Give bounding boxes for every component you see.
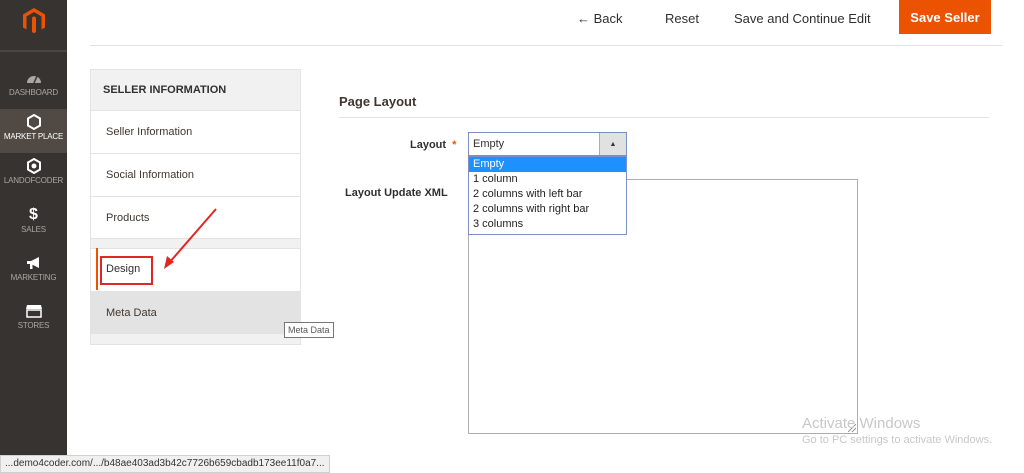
speedometer-icon	[26, 70, 42, 86]
section-title: Page Layout	[339, 94, 417, 109]
sidebar-item-dashboard[interactable]: DASHBOARD	[0, 65, 67, 109]
sidebar-item-label: LANDOFCODER	[3, 176, 64, 185]
admin-sidebar: DASHBOARD MARKET PLACE LANDOFCODER $ SAL…	[0, 0, 67, 473]
sidebar-item-label: MARKET PLACE	[3, 132, 64, 141]
toolbar-divider	[90, 45, 1003, 46]
tab-seller-information[interactable]: Seller Information	[91, 110, 300, 153]
layout-option-2-columns-left[interactable]: 2 columns with left bar	[469, 187, 626, 202]
gear-hex-icon	[26, 158, 41, 174]
tab-design-label[interactable]: Design	[106, 263, 140, 275]
layout-label-text: Layout	[410, 139, 447, 151]
dollar-icon: $	[29, 206, 38, 223]
sidebar-item-marketing[interactable]: MARKETING	[0, 250, 67, 294]
active-tab-indicator	[96, 248, 98, 290]
meta-data-tooltip: Meta Data	[284, 322, 334, 338]
sidebar-item-sales[interactable]: $ SALES	[0, 202, 67, 246]
reset-button[interactable]: Reset	[665, 8, 699, 28]
layout-select-value: Empty	[473, 138, 505, 150]
magento-logo-icon	[22, 8, 45, 34]
section-divider	[339, 117, 989, 118]
layout-option-empty[interactable]: Empty	[469, 157, 626, 172]
hexagon-icon	[26, 114, 41, 130]
layout-option-2-columns-right[interactable]: 2 columns with right bar	[469, 202, 626, 217]
chevron-up-icon[interactable]: ▲	[599, 133, 626, 155]
tabs-title: SELLER INFORMATION	[103, 84, 227, 96]
sidebar-item-label: SALES	[21, 225, 46, 234]
layout-update-xml-label: Layout Update XML	[345, 187, 448, 199]
save-seller-button[interactable]: Save Seller	[899, 0, 991, 34]
sidebar-item-stores[interactable]: STORES	[0, 298, 67, 342]
sidebar-item-label: DASHBOARD	[9, 88, 58, 97]
sidebar-item-market-place[interactable]: MARKET PLACE	[0, 109, 67, 153]
status-bar-url: ...demo4coder.com/.../b48ae403ad3b42c772…	[0, 455, 330, 473]
sidebar-item-label: STORES	[17, 321, 50, 330]
sidebar-item-landofcoder[interactable]: LANDOFCODER	[0, 153, 67, 197]
megaphone-icon	[26, 255, 42, 271]
layout-label: Layout *	[410, 139, 456, 151]
storefront-icon	[25, 303, 43, 319]
back-button[interactable]: ← Back	[577, 8, 623, 28]
annotation-arrow-icon	[164, 208, 217, 269]
layout-dropdown: Empty 1 column 2 columns with left bar 2…	[468, 156, 627, 235]
magento-logo[interactable]	[0, 0, 67, 42]
tab-social-information[interactable]: Social Information	[91, 153, 300, 196]
layout-option-1-column[interactable]: 1 column	[469, 172, 626, 187]
activate-windows-subtitle: Go to PC settings to activate Windows.	[802, 434, 993, 446]
save-and-continue-button[interactable]: Save and Continue Edit	[734, 8, 871, 28]
activate-windows-title: Activate Windows	[802, 415, 921, 432]
required-marker: *	[452, 139, 457, 151]
tab-meta-data[interactable]: Meta Data	[91, 291, 300, 334]
layout-select[interactable]: Empty ▲	[468, 132, 627, 156]
sidebar-item-label: MARKETING	[10, 273, 57, 282]
layout-option-3-columns[interactable]: 3 columns	[469, 217, 626, 232]
sidebar-divider	[0, 50, 67, 52]
